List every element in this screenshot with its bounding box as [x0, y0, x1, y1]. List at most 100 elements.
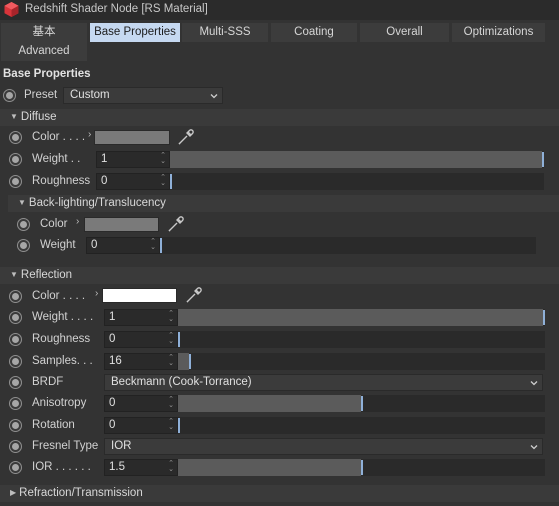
- triangle-down-icon: ▼: [18, 198, 26, 207]
- reflection-weight-value: 1: [109, 311, 116, 323]
- chevron-down-icon: [530, 445, 538, 450]
- reflection-heading-text: Reflection: [20, 269, 73, 281]
- animation-dot-icon[interactable]: [9, 376, 22, 389]
- slider-handle[interactable]: [189, 354, 191, 369]
- anisotropy-slider[interactable]: [178, 395, 545, 412]
- redshift-cube-icon: [4, 2, 19, 17]
- diffuse-weight-value: 1: [101, 153, 108, 165]
- ior-field[interactable]: 1.5 ⌃ ⌄: [104, 459, 178, 476]
- diffuse-section-bar[interactable]: [0, 109, 559, 126]
- diffuse-roughness-field[interactable]: 0 ⌃ ⌄: [96, 173, 170, 190]
- slider-handle[interactable]: [542, 152, 544, 167]
- backlighting-weight-label: Weight: [40, 239, 76, 251]
- rotation-field[interactable]: 0 ⌃ ⌄: [104, 417, 178, 434]
- rotation-value: 0: [109, 419, 116, 431]
- refraction-heading-text: Refraction/Transmission: [19, 487, 143, 499]
- tab-basic[interactable]: 基本: [1, 23, 87, 42]
- spinner-icon[interactable]: ⌃ ⌄: [149, 238, 157, 252]
- anisotropy-field[interactable]: 0 ⌃ ⌄: [104, 395, 178, 412]
- reflection-weight-slider[interactable]: [178, 309, 545, 326]
- reflection-heading[interactable]: ▼ Reflection: [10, 269, 72, 281]
- chevron-right-icon[interactable]: ›: [76, 216, 79, 227]
- slider-handle[interactable]: [178, 418, 180, 433]
- animation-dot-icon[interactable]: [9, 311, 22, 324]
- spinner-icon[interactable]: ⌃ ⌄: [167, 332, 175, 346]
- diffuse-roughness-slider[interactable]: [170, 173, 544, 190]
- backlighting-heading-text: Back-lighting/Translucency: [28, 197, 166, 209]
- reflection-roughness-slider[interactable]: [178, 331, 545, 348]
- slider-handle[interactable]: [361, 460, 363, 475]
- eyedropper-icon[interactable]: [177, 128, 195, 146]
- eyedropper-icon[interactable]: [167, 215, 185, 233]
- reflection-samples-slider[interactable]: [178, 353, 545, 370]
- refraction-heading[interactable]: ▶ Refraction/Transmission: [10, 487, 143, 499]
- animation-dot-icon[interactable]: [9, 397, 22, 410]
- fresnel-type-dropdown[interactable]: IOR: [104, 438, 543, 455]
- brdf-dropdown[interactable]: Beckmann (Cook-Torrance): [104, 374, 543, 391]
- tab-multi-sss[interactable]: Multi-SSS: [182, 23, 268, 42]
- spinner-icon[interactable]: ⌃ ⌄: [159, 174, 167, 188]
- rotation-label: Rotation: [32, 419, 75, 431]
- diffuse-color-swatch[interactable]: [94, 130, 170, 145]
- diffuse-weight-field[interactable]: 1 ⌃ ⌄: [96, 151, 170, 168]
- animation-dot-icon[interactable]: [17, 239, 30, 252]
- animation-dot-icon[interactable]: [9, 175, 22, 188]
- slider-handle[interactable]: [160, 238, 162, 253]
- backlighting-weight-value: 0: [91, 239, 98, 251]
- slider-handle[interactable]: [543, 310, 545, 325]
- tab-coating[interactable]: Coating: [271, 23, 357, 42]
- slider-handle[interactable]: [178, 332, 180, 347]
- chevron-down-icon: [530, 381, 538, 386]
- animation-dot-icon[interactable]: [9, 333, 22, 346]
- animation-dot-icon[interactable]: [9, 290, 22, 303]
- animation-dot-icon[interactable]: [17, 218, 30, 231]
- backlighting-weight-slider[interactable]: [160, 237, 536, 254]
- chevron-right-icon[interactable]: ›: [95, 288, 98, 299]
- preset-dropdown[interactable]: Custom: [63, 87, 223, 104]
- spinner-icon[interactable]: ⌃ ⌄: [167, 396, 175, 410]
- spinner-icon[interactable]: ⌃ ⌄: [159, 152, 167, 166]
- backlighting-color-label: Color: [40, 218, 68, 230]
- chevron-right-icon[interactable]: ›: [88, 129, 91, 140]
- title-bar: Redshift Shader Node [RS Material]: [0, 0, 559, 20]
- eyedropper-icon[interactable]: [185, 286, 203, 304]
- reflection-samples-field[interactable]: 16 ⌃ ⌄: [104, 353, 178, 370]
- slider-fill: [178, 309, 543, 326]
- animation-dot-icon[interactable]: [9, 355, 22, 368]
- tab-advanced[interactable]: Advanced: [1, 42, 87, 61]
- diffuse-heading[interactable]: ▼ Diffuse: [10, 111, 57, 123]
- diffuse-roughness-label: Roughness: [32, 175, 91, 187]
- animation-dot-icon[interactable]: [3, 89, 16, 102]
- diffuse-weight-slider[interactable]: [170, 151, 544, 168]
- reflection-roughness-field[interactable]: 0 ⌃ ⌄: [104, 331, 178, 348]
- reflection-color-label: Color . . . .: [32, 290, 86, 302]
- slider-handle[interactable]: [170, 174, 172, 189]
- spinner-icon[interactable]: ⌃ ⌄: [167, 418, 175, 432]
- rotation-slider[interactable]: [178, 417, 545, 434]
- chevron-down-icon: [210, 94, 218, 99]
- triangle-right-icon: ▶: [10, 488, 17, 497]
- slider-fill: [178, 353, 189, 370]
- tab-base-properties[interactable]: Base Properties: [90, 23, 180, 42]
- animation-dot-icon[interactable]: [9, 153, 22, 166]
- animation-dot-icon[interactable]: [9, 419, 22, 432]
- animation-dot-icon[interactable]: [9, 440, 22, 453]
- tab-overall[interactable]: Overall: [360, 23, 449, 42]
- backlighting-color-swatch[interactable]: [84, 217, 159, 232]
- spinner-icon[interactable]: ⌃ ⌄: [167, 310, 175, 324]
- animation-dot-icon[interactable]: [9, 461, 22, 474]
- reflection-section-bar[interactable]: [0, 267, 559, 284]
- tab-optimizations[interactable]: Optimizations: [452, 23, 545, 42]
- backlighting-heading[interactable]: ▼ Back-lighting/Translucency: [18, 197, 166, 209]
- anisotropy-value: 0: [109, 397, 116, 409]
- spinner-icon[interactable]: ⌃ ⌄: [167, 460, 175, 474]
- slider-fill: [178, 395, 361, 412]
- animation-dot-icon[interactable]: [9, 131, 22, 144]
- slider-handle[interactable]: [361, 396, 363, 411]
- backlighting-weight-field[interactable]: 0 ⌃ ⌄: [86, 237, 160, 254]
- reflection-color-swatch[interactable]: [102, 288, 177, 303]
- reflection-weight-field[interactable]: 1 ⌃ ⌄: [104, 309, 178, 326]
- ior-slider[interactable]: [178, 459, 545, 476]
- reflection-weight-label: Weight . . . .: [32, 311, 94, 323]
- spinner-icon[interactable]: ⌃ ⌄: [167, 354, 175, 368]
